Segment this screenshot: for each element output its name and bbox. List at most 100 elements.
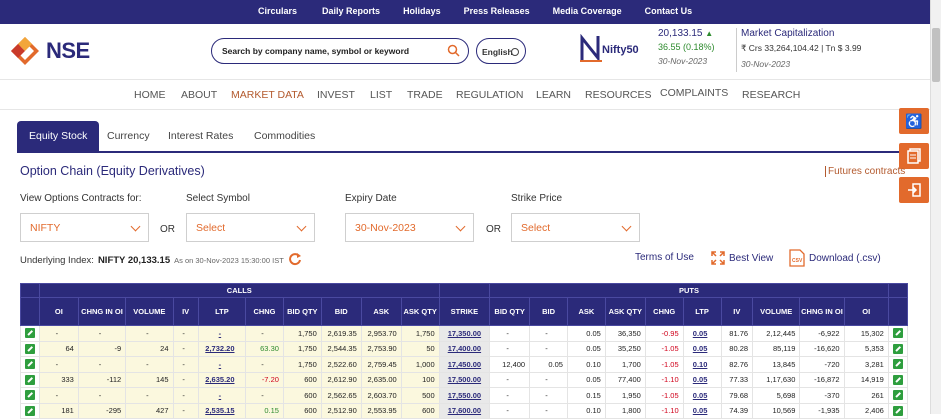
ltp-link[interactable]: 0.10 [682, 356, 722, 373]
nav-regulation[interactable]: REGULATION [456, 89, 523, 101]
column-header[interactable]: IV [720, 297, 754, 326]
ltp-link[interactable]: 0.05 [682, 371, 722, 388]
ltp-link[interactable]: 0.05 [682, 325, 722, 342]
call-chart-icon[interactable] [20, 402, 40, 419]
download-csv-button[interactable]: CSV Download (.csv) [789, 249, 881, 267]
put-chart-icon[interactable] [887, 325, 909, 342]
nav-about[interactable]: ABOUT [181, 89, 217, 101]
column-header[interactable]: LTP [197, 297, 247, 326]
table-cell: - [77, 325, 127, 342]
call-chart-icon[interactable] [20, 340, 40, 357]
put-chart-icon[interactable] [887, 387, 909, 404]
ltp-link[interactable]: 2,635.20 [197, 371, 247, 388]
chart-icon [24, 343, 35, 354]
option-chain-body: - - - - - -1,750 2,619.35 2,953.70 1,750 17,350.0… [20, 325, 909, 419]
column-header[interactable]: BID [320, 297, 362, 326]
nav-invest[interactable]: INVEST [317, 89, 355, 101]
strike-price-link[interactable]: 17,600.00 [438, 402, 491, 419]
column-header[interactable]: ASK [566, 297, 606, 326]
futures-contracts-link[interactable]: Futures contracts [825, 166, 905, 177]
nav-complaints[interactable]: COMPLAINTS [660, 87, 728, 99]
column-header[interactable]: VOLUME [125, 297, 174, 326]
call-chart-icon[interactable] [20, 325, 40, 342]
column-header[interactable]: BID QTY [282, 297, 322, 326]
column-header[interactable]: OI [843, 297, 889, 326]
call-chart-icon[interactable] [20, 356, 40, 373]
column-header[interactable]: BID [529, 297, 568, 326]
nav-home[interactable]: HOME [134, 89, 166, 101]
put-chart-icon[interactable] [887, 371, 909, 388]
strike-select[interactable]: Select [511, 213, 640, 242]
column-header[interactable]: ASK [360, 297, 402, 326]
nav-trade[interactable]: TRADE [407, 89, 443, 101]
top-link-press-releases[interactable]: Press Releases [464, 6, 530, 16]
ltp-link[interactable]: 0.05 [682, 340, 722, 357]
tab-equity-stock[interactable]: Equity Stock [17, 121, 100, 152]
table-cell: 2,512.90 [320, 402, 362, 419]
index-select[interactable]: NIFTY [20, 213, 149, 242]
tab-commodities[interactable]: Commodities [254, 121, 315, 152]
column-header[interactable]: CHNG IN OI [799, 297, 845, 326]
table-cell: - [529, 340, 568, 357]
nav-resources[interactable]: RESOURCES [585, 89, 652, 101]
column-header[interactable]: LTP [682, 297, 722, 326]
call-chart-icon[interactable] [20, 387, 40, 404]
nav-list[interactable]: LIST [370, 89, 392, 101]
table-cell: 0.05 [566, 371, 606, 388]
table-cell: 0.15 [245, 402, 284, 419]
strike-price-link[interactable]: 17,500.00 [438, 371, 491, 388]
column-header[interactable]: IV [172, 297, 199, 326]
column-header[interactable]: CHNG [245, 297, 284, 326]
put-chart-icon[interactable] [887, 402, 909, 419]
strike-price-link[interactable]: 17,550.00 [438, 387, 491, 404]
top-link-media-coverage[interactable]: Media Coverage [553, 6, 622, 16]
ltp-link[interactable]: 2,535.15 [197, 402, 247, 419]
column-header[interactable]: CHNG [644, 297, 684, 326]
column-header[interactable]: BID QTY [489, 297, 531, 326]
search-icon[interactable] [447, 44, 460, 62]
column-header[interactable]: STRIKE [438, 297, 491, 326]
column-header[interactable]: ASK QTY [400, 297, 440, 326]
expiry-select[interactable]: 30-Nov-2023 [345, 213, 474, 242]
tab-interest-rates[interactable]: Interest Rates [168, 121, 233, 152]
table-cell: 600 [282, 371, 322, 388]
search-input[interactable] [222, 44, 437, 58]
top-link-daily-reports[interactable]: Daily Reports [322, 6, 380, 16]
put-chart-icon[interactable] [887, 340, 909, 357]
nse-logo[interactable]: NSE [10, 36, 90, 66]
tab-currency[interactable]: Currency [107, 121, 150, 152]
nav-market-data[interactable]: MARKET DATA [231, 89, 304, 101]
search-box[interactable] [211, 38, 469, 64]
top-link-contact-us[interactable]: Contact Us [645, 6, 693, 16]
top-link-holidays[interactable]: Holidays [403, 6, 441, 16]
page-scrollbar[interactable] [930, 0, 941, 414]
language-select[interactable]: English [476, 38, 526, 64]
ltp-link[interactable]: 0.05 [682, 402, 722, 419]
strike-price-link[interactable]: 17,350.00 [438, 325, 491, 342]
column-header[interactable]: OI [38, 297, 79, 326]
terms-of-use-link[interactable]: Terms of Use [635, 252, 694, 263]
login-button[interactable] [899, 177, 929, 203]
best-view-button[interactable]: Best View [711, 251, 773, 265]
ltp-link[interactable]: 2,732.20 [197, 340, 247, 357]
call-chart-icon[interactable] [20, 371, 40, 388]
symbol-select-value: Select [196, 222, 226, 234]
nifty50-logo[interactable]: Nifty50 [580, 33, 639, 67]
nav-learn[interactable]: LEARN [536, 89, 571, 101]
column-header[interactable]: ASK QTY [604, 297, 646, 326]
symbol-select[interactable]: Select [186, 213, 315, 242]
table-cell: 0.10 [566, 402, 606, 419]
scrollbar-thumb[interactable] [932, 28, 940, 82]
column-header[interactable]: CHNG IN OI [77, 297, 127, 326]
column-header[interactable]: VOLUME [752, 297, 801, 326]
accessibility-button[interactable]: ♿ [899, 108, 929, 134]
strike-price-link[interactable]: 17,450.00 [438, 356, 491, 373]
put-chart-icon[interactable] [887, 356, 909, 373]
strike-price-link[interactable]: 17,400.00 [438, 340, 491, 357]
nav-research[interactable]: RESEARCH [742, 89, 800, 101]
table-cell: 333 [38, 371, 79, 388]
table-cell: 1,800 [604, 402, 646, 419]
ltp-link[interactable]: 0.05 [682, 387, 722, 404]
top-link-circulars[interactable]: Circulars [258, 6, 297, 16]
refresh-icon[interactable] [288, 252, 302, 269]
